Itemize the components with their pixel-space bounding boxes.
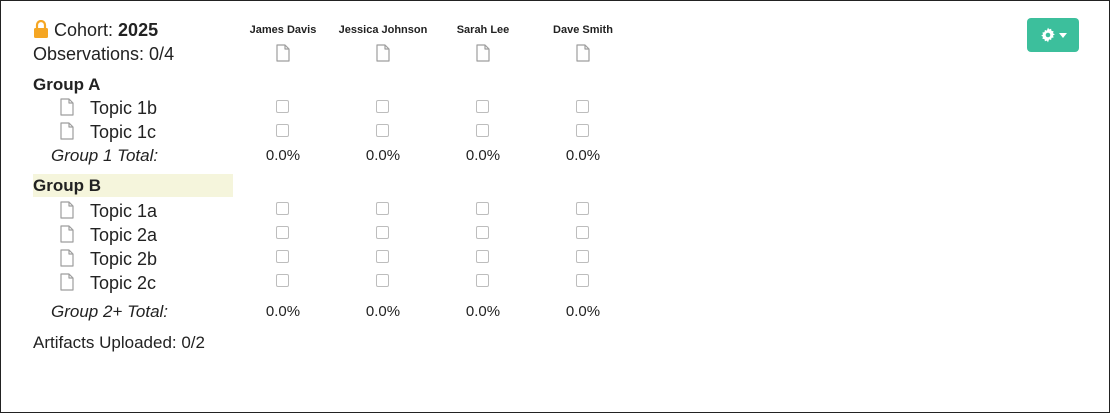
settings-button[interactable]	[1027, 18, 1079, 52]
artifacts-uploaded: Artifacts Uploaded: 0/2	[33, 333, 205, 352]
group-total-value: 0.0%	[365, 303, 401, 320]
topic-checkbox[interactable]	[576, 124, 589, 137]
topic-checkbox[interactable]	[276, 226, 289, 239]
topic-checkbox[interactable]	[376, 100, 389, 113]
topic-checkbox[interactable]	[376, 274, 389, 287]
group-total-value: 0.0%	[365, 147, 401, 164]
document-icon[interactable]	[60, 249, 74, 267]
gear-icon	[1040, 27, 1055, 43]
document-icon[interactable]	[576, 44, 590, 62]
topic-checkbox[interactable]	[476, 250, 489, 263]
observations-count: Observations: 0/4	[33, 44, 175, 64]
topic-checkbox[interactable]	[576, 202, 589, 215]
group-total-value: 0.0%	[565, 303, 601, 320]
topic-checkbox[interactable]	[276, 274, 289, 287]
group-total-label: Group 1 Total:	[51, 146, 159, 165]
topic-checkbox[interactable]	[576, 226, 589, 239]
topic-checkbox[interactable]	[476, 274, 489, 287]
cohort-panel: Cohort: 2025 Observations: 0/4 James Dav…	[0, 0, 1110, 413]
group-total-value: 0.0%	[265, 303, 301, 320]
cohort-label: Cohort:	[54, 20, 114, 40]
topic-label: Topic 2c	[90, 273, 157, 293]
topic-checkbox[interactable]	[276, 202, 289, 215]
topic-label: Topic 2a	[90, 225, 158, 245]
group-total-value: 0.0%	[565, 147, 601, 164]
student-name-jessica-johnson: Jessica Johnson	[338, 24, 428, 36]
student-name-sarah-lee: Sarah Lee	[456, 24, 510, 36]
topic-checkbox[interactable]	[576, 100, 589, 113]
document-icon[interactable]	[60, 122, 74, 140]
group-total-value: 0.0%	[465, 303, 501, 320]
topic-checkbox[interactable]	[476, 226, 489, 239]
group-total-value: 0.0%	[465, 147, 501, 164]
topic-label: Topic 1a	[90, 201, 158, 221]
topic-checkbox[interactable]	[376, 202, 389, 215]
group-total-label: Group 2+ Total:	[51, 302, 169, 321]
caret-down-icon	[1058, 32, 1067, 38]
topic-label: Topic 2b	[90, 249, 158, 269]
topic-checkbox[interactable]	[276, 250, 289, 263]
document-icon[interactable]	[60, 225, 74, 243]
document-icon[interactable]	[476, 44, 490, 62]
document-icon[interactable]	[60, 201, 74, 219]
topic-label: Topic 1b	[90, 98, 158, 118]
topic-checkbox[interactable]	[576, 250, 589, 263]
topic-label: Topic 1c	[90, 122, 157, 142]
lock-icon	[34, 20, 48, 38]
topic-checkbox[interactable]	[576, 274, 589, 287]
document-icon[interactable]	[276, 44, 290, 62]
student-name-dave-smith: Dave Smith	[553, 24, 613, 36]
student-name-james-davis: James Davis	[249, 24, 317, 36]
topic-checkbox[interactable]	[476, 100, 489, 113]
topic-checkbox[interactable]	[476, 124, 489, 137]
topic-checkbox[interactable]	[476, 202, 489, 215]
group-total-value: 0.0%	[265, 147, 301, 164]
topic-checkbox[interactable]	[376, 124, 389, 137]
cohort-year: 2025	[118, 20, 159, 40]
document-icon[interactable]	[60, 98, 74, 116]
document-icon[interactable]	[376, 44, 390, 62]
topic-checkbox[interactable]	[376, 250, 389, 263]
group-b-heading: Group B	[33, 174, 233, 197]
group-a-heading: Group A	[33, 75, 101, 94]
topic-checkbox[interactable]	[276, 100, 289, 113]
cohort-title: Cohort: 2025	[54, 19, 158, 41]
document-icon[interactable]	[60, 273, 74, 291]
topic-checkbox[interactable]	[276, 124, 289, 137]
topic-checkbox[interactable]	[376, 226, 389, 239]
